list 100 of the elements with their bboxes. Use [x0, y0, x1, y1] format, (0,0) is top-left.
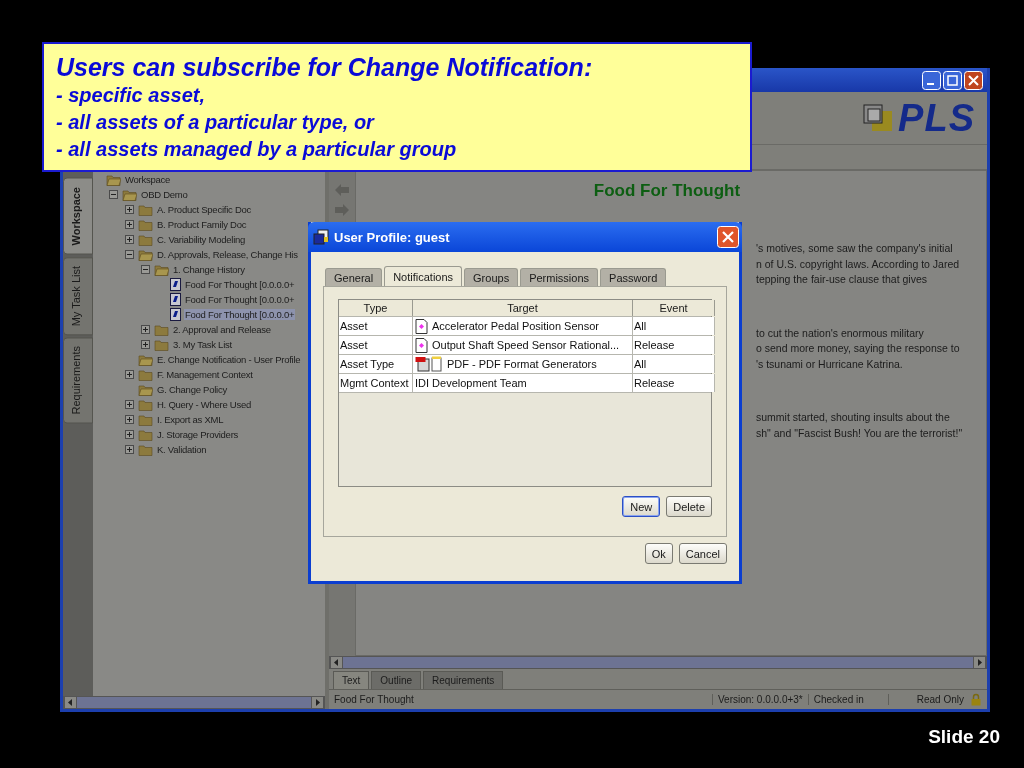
- text-line: 's tsunami or Hurricane Katrina.: [756, 356, 904, 372]
- text-line: tepping the fair-use clause that gives: [756, 272, 929, 287]
- tree-item[interactable]: K. Validation: [156, 444, 208, 455]
- dialog-tab[interactable]: General: [325, 268, 383, 286]
- user-profile-icon: [313, 229, 329, 245]
- tree-item[interactable]: C. Variability Modeling: [156, 234, 247, 245]
- tree-item[interactable]: 2. Approval and Release: [172, 324, 272, 335]
- table-cell: Asset Type: [339, 355, 413, 373]
- table-cell: Output Shaft Speed Sensor Rational...: [413, 336, 633, 354]
- expand-icon[interactable]: [125, 430, 134, 439]
- table-cell: Asset: [339, 336, 413, 354]
- status-version: Version: 0.0.0.0+3*: [711, 694, 808, 705]
- dialog-button[interactable]: Ok: [644, 543, 673, 564]
- scroll-left-icon[interactable]: [330, 656, 343, 669]
- open-folder-icon: [138, 353, 153, 366]
- expand-icon[interactable]: [141, 325, 150, 334]
- dialog-button[interactable]: Cancel: [678, 543, 727, 564]
- folder-icon: [138, 218, 153, 231]
- folder-icon: [138, 443, 153, 456]
- column-header[interactable]: Target: [413, 300, 633, 316]
- side-tab[interactable]: My Task List: [63, 256, 93, 335]
- column-header[interactable]: Event: [633, 300, 715, 316]
- text-line: to cut the nation's enormous military: [756, 325, 925, 341]
- tree-item[interactable]: I. Export as XML: [156, 414, 225, 425]
- side-tab[interactable]: Requirements: [63, 336, 93, 424]
- tree-item[interactable]: J. Storage Providers: [156, 429, 240, 440]
- tree-item[interactable]: OBD Demo: [140, 189, 189, 200]
- table-cell: Release: [633, 374, 715, 392]
- folder-icon: [138, 368, 153, 381]
- callout-bullet: - all assets managed by a particular group: [56, 137, 458, 162]
- asset-icon: [415, 337, 428, 353]
- expand-icon[interactable]: [125, 400, 134, 409]
- callout-bullet: - specific asset,: [56, 83, 206, 108]
- text-line: n of U.S. copyright laws. According to Jared: [756, 256, 961, 272]
- callout-bullet: - all assets of a particular type, or: [56, 110, 376, 135]
- document-icon: [170, 308, 181, 321]
- tree-item[interactable]: F. Management Context: [156, 369, 254, 380]
- table-cell: Asset: [339, 317, 413, 335]
- expand-icon[interactable]: [125, 370, 134, 379]
- status-document: Food For Thought: [333, 694, 415, 705]
- document-icon: [170, 293, 181, 306]
- tree-item[interactable]: Food For Thought [0.0.0.0+: [184, 294, 296, 305]
- tree-item[interactable]: 3. My Task List: [172, 339, 233, 350]
- folder-icon: [138, 413, 153, 426]
- logo-text: PLS: [898, 96, 975, 140]
- status-state: Checked in: [807, 694, 888, 705]
- tree-item[interactable]: E. Change Notification - User Profile: [156, 354, 302, 365]
- expand-icon[interactable]: [125, 235, 134, 244]
- close-icon[interactable]: [964, 70, 983, 90]
- open-folder-icon: [154, 263, 169, 276]
- tree-item[interactable]: 1. Change History: [172, 264, 246, 275]
- text-line: o send more money, saying the response to: [756, 341, 961, 356]
- column-header[interactable]: Type: [339, 300, 413, 316]
- maximize-icon[interactable]: [943, 70, 962, 90]
- tree-item[interactable]: Food For Thought [0.0.0.0+: [184, 279, 296, 290]
- expand-icon[interactable]: [125, 415, 134, 424]
- folder-icon: [138, 398, 153, 411]
- dialog-tab[interactable]: Permissions: [520, 268, 599, 286]
- folder-icon: [154, 323, 169, 336]
- text-line: 's motives, some saw the company's initial: [756, 241, 954, 256]
- expand-icon[interactable]: [125, 445, 134, 454]
- view-tab[interactable]: Requirements: [423, 671, 504, 689]
- minimize-icon[interactable]: [922, 70, 941, 90]
- scroll-right-icon[interactable]: [973, 656, 986, 669]
- scroll-right-icon[interactable]: [311, 696, 324, 709]
- expand-icon[interactable]: [141, 340, 150, 349]
- document-icon: [170, 278, 181, 291]
- table-action-button[interactable]: Delete: [666, 496, 712, 517]
- table-cell: All: [633, 355, 715, 373]
- open-folder-icon: [138, 248, 153, 261]
- asset-icon: [415, 318, 428, 334]
- tree-item[interactable]: Workspace: [124, 174, 172, 185]
- view-tab[interactable]: Outline: [371, 671, 422, 689]
- open-folder-icon: [106, 173, 121, 186]
- tree-item[interactable]: G. Change Policy: [156, 384, 228, 395]
- collapse-icon[interactable]: [141, 265, 150, 274]
- logo-icon: [862, 103, 895, 133]
- tree-item[interactable]: A. Product Specific Doc: [156, 204, 253, 215]
- expand-icon[interactable]: [125, 220, 134, 229]
- view-tab[interactable]: Text: [333, 671, 370, 689]
- table-action-button[interactable]: New: [622, 496, 661, 517]
- tree-item[interactable]: H. Query - Where Used: [156, 399, 252, 410]
- table-cell: Accelerator Pedal Position Sensor: [413, 317, 633, 335]
- close-icon[interactable]: [717, 226, 739, 248]
- tree-item[interactable]: B. Product Family Doc: [156, 219, 248, 230]
- dialog-tab[interactable]: Password: [600, 268, 667, 286]
- expand-icon[interactable]: [125, 205, 134, 214]
- scroll-left-icon[interactable]: [64, 696, 77, 709]
- text-line: sh" and "Fascist Bush! You are the terrorist!": [756, 425, 964, 441]
- collapse-icon[interactable]: [125, 250, 134, 259]
- dialog-tab[interactable]: Notifications: [384, 266, 463, 286]
- tree-item[interactable]: D. Approvals, Release, Change His: [156, 249, 299, 260]
- table-cell: PDF - PDF Format Generators: [413, 355, 633, 373]
- side-tab[interactable]: Workspace: [63, 178, 93, 255]
- text-line: summit started, shouting insults about the: [756, 410, 951, 425]
- slide-number: Slide 20: [928, 726, 1000, 748]
- dialog-tab[interactable]: Groups: [464, 268, 519, 286]
- tree-item[interactable]: Food For Thought [0.0.0.0+: [184, 309, 296, 320]
- collapse-icon[interactable]: [109, 190, 118, 199]
- pdf-type-icon: [415, 356, 443, 372]
